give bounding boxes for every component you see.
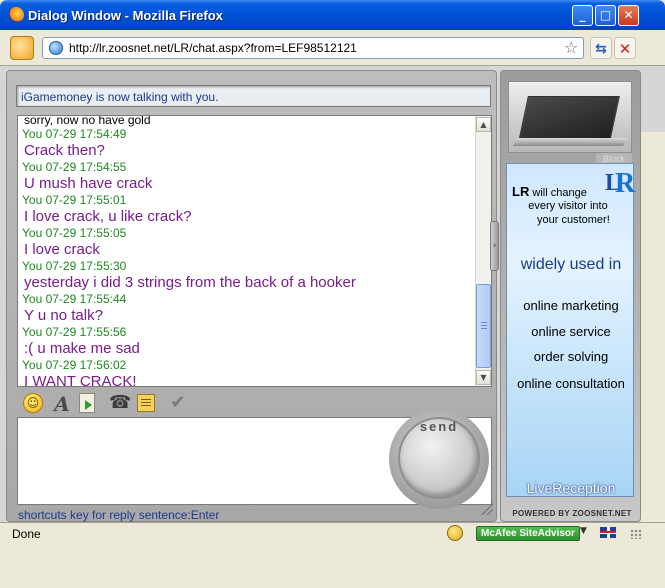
- resize-grip-icon[interactable]: [481, 503, 493, 515]
- message-header: You 07-29 17:54:49: [22, 127, 127, 141]
- ad-line3: your customer!: [537, 214, 610, 226]
- message-header: You 07-29 17:55:05: [22, 226, 127, 240]
- window-title-bar: Dialog Window - Mozilla Firefox _ □ ✕: [0, 0, 665, 30]
- globe-icon: [49, 41, 63, 55]
- check-icon[interactable]: ✔: [167, 392, 189, 414]
- message-body: I WANT CRACK!: [24, 373, 137, 387]
- window-title: Dialog Window - Mozilla Firefox: [28, 8, 223, 23]
- ad-brand: LiveReception: [526, 480, 616, 496]
- ad-line2: every visitor into: [528, 200, 608, 212]
- font-icon[interactable]: A: [51, 392, 73, 416]
- browser-status-bar: Done McAfee SiteAdvisor ▼: [0, 522, 665, 542]
- message-body: I love crack, u like crack?: [24, 208, 192, 225]
- chevron-down-icon[interactable]: ▼: [580, 526, 587, 536]
- scroll-down-arrow-icon[interactable]: ▼: [476, 370, 491, 385]
- ad-headline: widely used in: [520, 256, 622, 273]
- send-file-icon[interactable]: [79, 393, 95, 413]
- emoticon-icon[interactable]: ☺: [23, 393, 43, 413]
- message-header: You 07-29 17:55:56: [22, 325, 127, 339]
- message-scrollbar[interactable]: ▲ ▼: [475, 116, 491, 386]
- ad-tagline: LR will change: [512, 184, 634, 199]
- message-list: sorry, now no have gold You 07-29 17:54:…: [22, 115, 474, 387]
- message-body: Crack then?: [24, 142, 105, 159]
- message-body: yesterday i did 3 strings from the back …: [24, 274, 356, 291]
- message-body: I love crack: [24, 241, 100, 258]
- ad-item: online consultation: [517, 376, 625, 391]
- laptop-image: [508, 81, 632, 153]
- chat-status-bar: iGamemoney is now talking with you.: [16, 85, 491, 107]
- page-margin: [641, 132, 665, 588]
- message-body: Y u no talk?: [24, 307, 103, 324]
- chat-panel: iGamemoney is now talking with you. sorr…: [6, 70, 497, 522]
- send-button[interactable]: send: [398, 417, 480, 499]
- url-bar[interactable]: http://lr.zoosnet.net/LR/chat.aspx?from=…: [42, 37, 584, 59]
- ad-item: order solving: [533, 349, 609, 364]
- scroll-up-arrow-icon[interactable]: ▲: [476, 117, 491, 132]
- ad-line1-text: will change: [529, 187, 587, 199]
- bookmark-star-icon[interactable]: ☆: [564, 39, 582, 57]
- scroll-thumb[interactable]: [476, 284, 491, 368]
- grip-icon: [481, 322, 487, 330]
- resize-grip-icon[interactable]: [630, 529, 642, 539]
- message-header: You 07-29 17:55:01: [22, 193, 127, 207]
- greasemonkey-icon[interactable]: [447, 525, 463, 541]
- ad-item: online service: [531, 324, 611, 339]
- ad-card[interactable]: L R LR will change every visitor into yo…: [506, 163, 635, 497]
- url-text[interactable]: http://lr.zoosnet.net/LR/chat.aspx?from=…: [69, 41, 357, 55]
- message-header: You 07-29 17:55:44: [22, 292, 127, 306]
- laptop-screen: [518, 96, 620, 142]
- firefox-icon: [8, 7, 24, 23]
- site-identity-icon[interactable]: [10, 36, 34, 60]
- message-header: You 07-29 17:56:02: [22, 358, 127, 372]
- message-body: U mush have crack: [24, 175, 153, 192]
- message-body: :( u make me sad: [24, 340, 140, 357]
- close-window-button[interactable]: ✕: [618, 5, 639, 26]
- ad-item: online marketing: [523, 298, 619, 313]
- mcafee-siteadvisor-badge[interactable]: McAfee SiteAdvisor: [476, 526, 580, 541]
- minimize-button[interactable]: _: [572, 5, 593, 26]
- collapse-panel-handle[interactable]: ›: [490, 221, 499, 271]
- notepad-icon[interactable]: [137, 394, 155, 412]
- ad-panel: Block L R LR will change every visitor i…: [500, 70, 641, 522]
- status-text: Done: [12, 527, 41, 541]
- message-body: sorry, now no have gold: [24, 115, 151, 127]
- stop-button[interactable]: ✕: [614, 37, 636, 59]
- powered-by-label[interactable]: POWERED BY ZOOSNET.NET: [504, 509, 640, 518]
- message-header: You 07-29 17:55:30: [22, 259, 127, 273]
- message-header: You 07-29 17:54:55: [22, 160, 127, 174]
- navigation-bar: http://lr.zoosnet.net/LR/chat.aspx?from=…: [0, 30, 665, 66]
- maximize-button[interactable]: □: [595, 5, 616, 26]
- uk-flag-icon[interactable]: [600, 527, 616, 538]
- page-content: iGamemoney is now talking with you. sorr…: [0, 66, 665, 588]
- ad-lr-text: LR: [512, 184, 530, 199]
- shortcut-hint: shortcuts key for reply sentence:Enter: [18, 508, 220, 522]
- message-log: sorry, now no have gold You 07-29 17:54:…: [17, 115, 492, 387]
- laptop-base: [513, 138, 627, 146]
- refresh-button[interactable]: ⇆: [590, 37, 612, 59]
- chat-status-text: iGamemoney is now talking with you.: [21, 90, 219, 104]
- phone-icon[interactable]: ☎: [109, 392, 131, 414]
